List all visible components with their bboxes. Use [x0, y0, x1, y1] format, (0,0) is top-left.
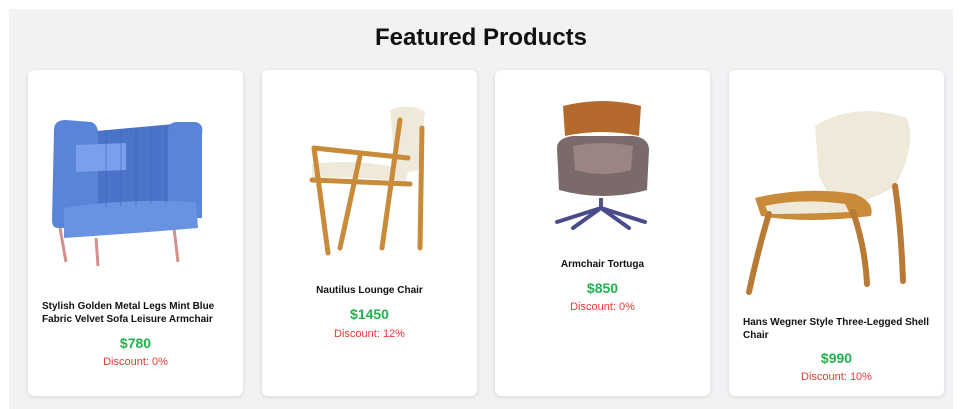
product-price: $1450 [350, 306, 389, 322]
product-image[interactable] [543, 98, 663, 230]
product-image[interactable] [300, 98, 435, 258]
product-name[interactable]: Hans Wegner Style Three-Legged Shell Cha… [743, 316, 931, 342]
product-price: $850 [586, 280, 619, 296]
product-name[interactable]: Armchair Tortuga [495, 258, 710, 271]
product-card[interactable]: Stylish Golden Metal Legs Mint Blue Fabr… [28, 70, 243, 396]
product-card[interactable]: Hans Wegner Style Three-Legged Shell Cha… [729, 70, 944, 396]
product-name[interactable]: Stylish Golden Metal Legs Mint Blue Fabr… [42, 300, 230, 326]
product-discount: Discount: 12% [334, 328, 405, 340]
product-discount: Discount: 0% [570, 301, 635, 313]
product-price: $990 [820, 350, 853, 366]
product-name[interactable]: Nautilus Lounge Chair [262, 284, 477, 297]
product-image[interactable] [46, 110, 216, 268]
product-card[interactable]: Armchair Tortuga $850 Discount: 0% [495, 70, 710, 396]
product-image[interactable] [745, 106, 920, 296]
product-discount: Discount: 10% [801, 371, 872, 383]
featured-products-section: Featured Products Stylish Golden Metal L… [9, 9, 953, 409]
product-card[interactable]: Nautilus Lounge Chair $1450 Discount: 12… [262, 70, 477, 396]
product-price: $780 [119, 335, 152, 351]
product-discount: Discount: 0% [103, 356, 168, 368]
section-title: Featured Products [374, 24, 588, 51]
